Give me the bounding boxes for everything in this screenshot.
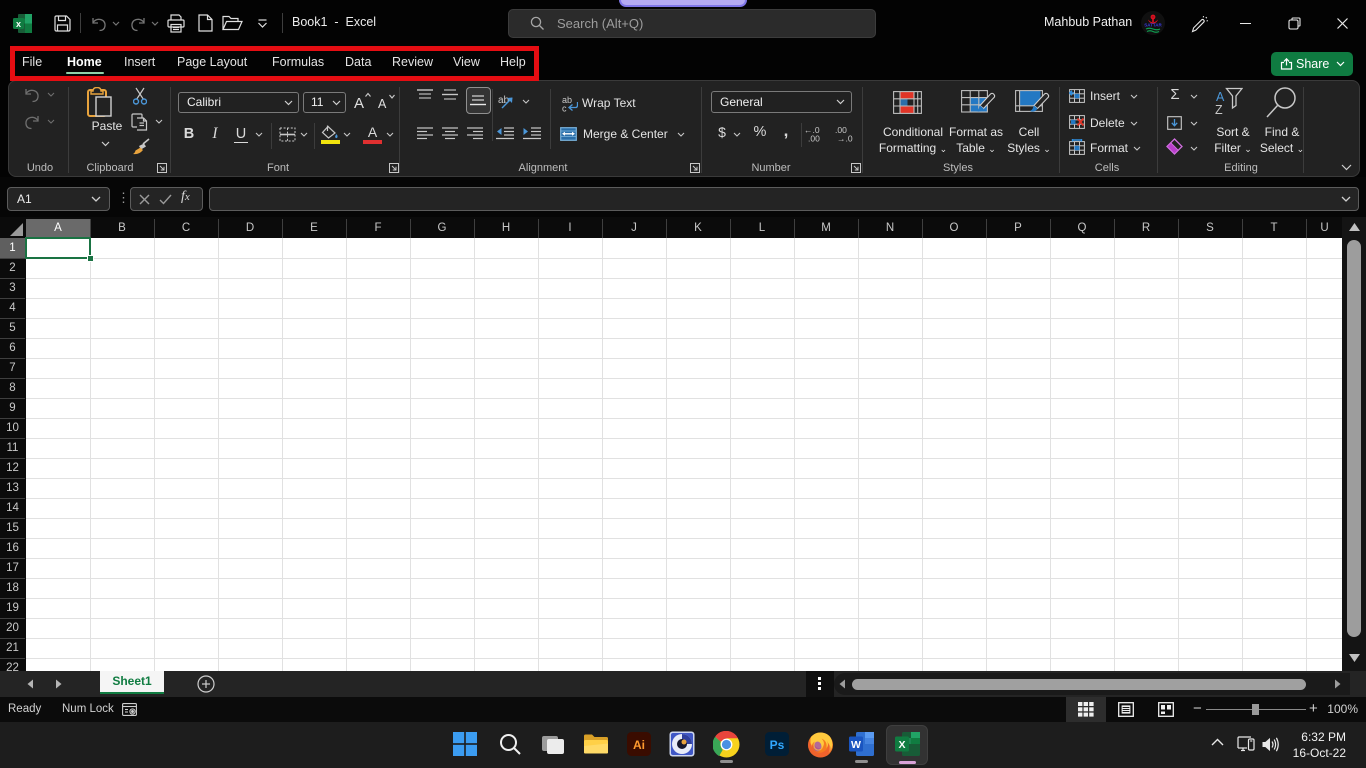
svg-text:X: X: [898, 739, 905, 751]
svg-text:x: x: [16, 19, 21, 29]
svg-text:→.0: →.0: [837, 134, 853, 143]
svg-text:Ps: Ps: [770, 738, 785, 752]
svg-text:Ai: Ai: [633, 738, 645, 752]
svg-text:W: W: [851, 739, 861, 751]
svg-text:.00: .00: [808, 134, 820, 143]
svg-text:c: c: [562, 104, 567, 113]
svg-text:Z: Z: [1215, 103, 1223, 115]
svg-text:SATTAR: SATTAR: [1144, 23, 1162, 28]
svg-text:ab: ab: [498, 95, 510, 106]
svg-text:A: A: [378, 97, 387, 111]
svg-text:A: A: [1216, 90, 1225, 104]
svg-text:A: A: [354, 95, 364, 111]
